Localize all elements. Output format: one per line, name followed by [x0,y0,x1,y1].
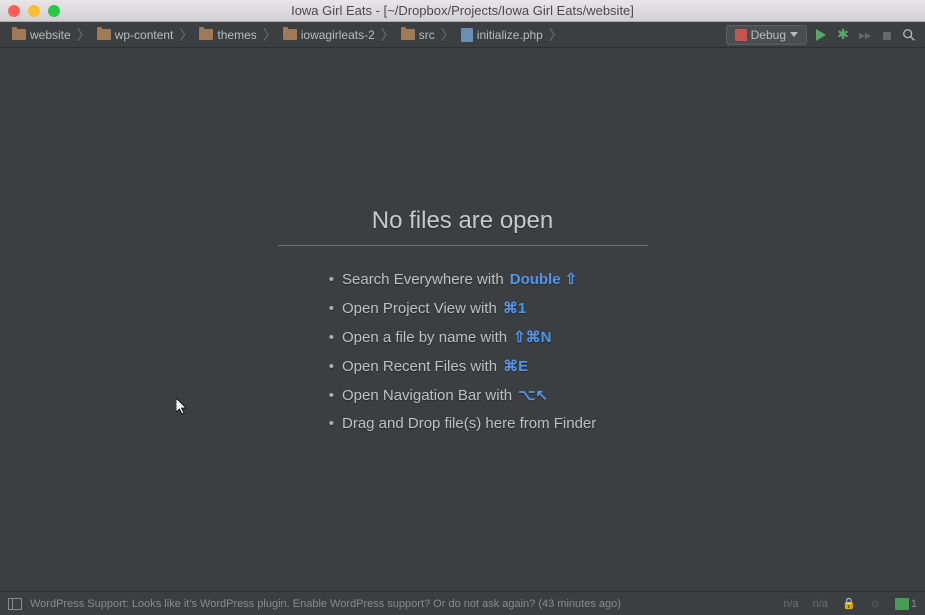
badge-count: 1 [911,598,917,610]
breadcrumb-separator: 〉 [77,25,91,45]
lock-icon[interactable]: 🔒 [842,597,856,610]
status-bar: WordPress Support: Looks like it's WordP… [0,591,925,615]
breadcrumb-label: themes [217,28,256,42]
empty-heading: No files are open [278,207,648,246]
breadcrumb-separator: 〉 [179,25,193,45]
window-controls [8,5,60,17]
minimize-window-button[interactable] [28,5,40,17]
run-configuration-selector[interactable]: Debug [726,25,807,45]
editor-empty-state[interactable]: No files are open •Search Everywhere wit… [0,48,925,591]
hint-text: Search Everywhere with [342,271,504,288]
folder-icon [283,29,297,40]
search-icon [902,28,916,42]
breadcrumb-item[interactable]: initialize.php [457,26,547,44]
navigation-bar: website 〉 wp-content 〉 themes 〉 iowagirl… [0,22,925,48]
hint-item: •Open Project View with⌘1 [329,299,597,317]
hints-list: •Search Everywhere withDouble ⇧ •Open Pr… [329,270,597,432]
stop-button[interactable]: ◼ [879,27,895,43]
shortcut: ⇧⌘N [513,328,551,346]
close-window-button[interactable] [8,5,20,17]
shortcut: ⌘E [503,357,528,375]
php-file-icon [461,28,473,42]
hint-item: •Drag and Drop file(s) here from Finder [329,415,597,432]
search-button[interactable] [901,27,917,43]
tool-windows-toggle-button[interactable] [8,598,22,610]
hint-item: •Open Navigation Bar with⌥↖ [329,386,597,404]
status-message[interactable]: WordPress Support: Looks like it's WordP… [30,598,621,610]
run-button[interactable] [813,27,829,43]
hint-item: •Search Everywhere withDouble ⇧ [329,270,597,288]
shortcut: ⌘1 [503,299,526,317]
event-log-badge[interactable]: 1 [895,598,917,610]
breadcrumb-item[interactable]: iowagirleats-2 [279,26,379,44]
debug-button[interactable]: ✱ [835,27,851,43]
hint-text: Open Project View with [342,300,497,317]
run-with-coverage-button[interactable]: ▸▸ [857,27,873,43]
breadcrumb-separator: 〉 [549,25,563,45]
window-title: Iowa Girl Eats - [~/Dropbox/Projects/Iow… [0,3,925,18]
breadcrumb-label: website [30,28,71,42]
toolbar-right: Debug ✱ ▸▸ ◼ [726,25,917,45]
hint-text: Open Navigation Bar with [342,387,512,404]
breadcrumb-label: iowagirleats-2 [301,28,375,42]
hint-item: •Open Recent Files with⌘E [329,357,597,375]
shortcut: ⌥↖ [518,386,548,404]
zoom-window-button[interactable] [48,5,60,17]
folder-icon [401,29,415,40]
hint-text: Open a file by name with [342,329,507,346]
breadcrumb-label: wp-content [115,28,174,42]
play-icon [816,29,826,41]
folder-icon [12,29,26,40]
breadcrumb-item[interactable]: themes [195,26,260,44]
breadcrumb-item[interactable]: src [397,26,439,44]
folder-icon [199,29,213,40]
debug-config-icon [735,29,747,41]
breadcrumb-label: src [419,28,435,42]
breadcrumb: website 〉 wp-content 〉 themes 〉 iowagirl… [8,25,726,45]
hint-text: Open Recent Files with [342,358,497,375]
breadcrumb-separator: 〉 [263,25,277,45]
breadcrumb-item[interactable]: website [8,26,75,44]
status-indicator[interactable]: n/a [813,598,828,610]
hector-icon[interactable]: ☺ [870,598,881,610]
breadcrumb-separator: 〉 [381,25,395,45]
shortcut: Double ⇧ [510,270,578,288]
titlebar: Iowa Girl Eats - [~/Dropbox/Projects/Iow… [0,0,925,22]
status-indicator[interactable]: n/a [783,598,798,610]
breadcrumb-label: initialize.php [477,28,543,42]
hint-item: •Open a file by name with⇧⌘N [329,328,597,346]
badge-icon [895,598,909,610]
breadcrumb-separator: 〉 [441,25,455,45]
breadcrumb-item[interactable]: wp-content [93,26,178,44]
run-configuration-label: Debug [751,28,786,42]
folder-icon [97,29,111,40]
chevron-down-icon [790,32,798,37]
hint-text: Drag and Drop file(s) here from Finder [342,415,596,432]
